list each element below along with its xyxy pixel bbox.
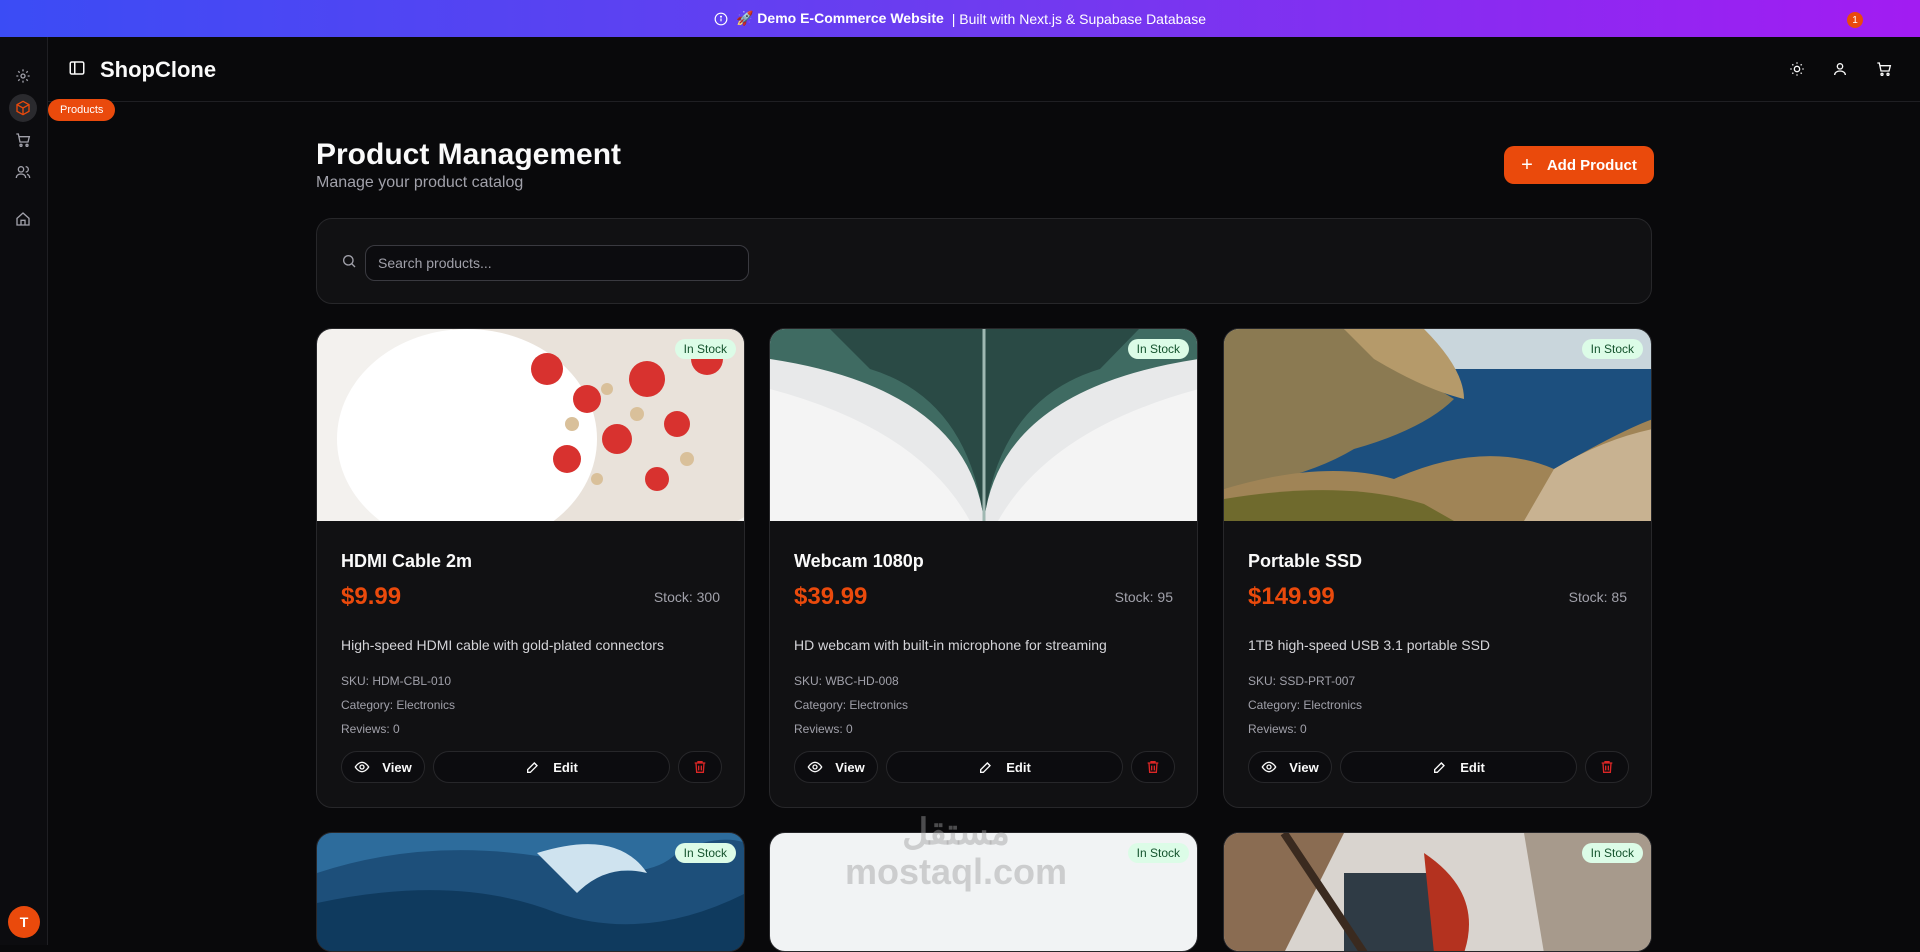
product-name: HDMI Cable 2m: [341, 551, 473, 571]
edit-label: Edit: [1460, 759, 1485, 775]
info-icon: [714, 12, 728, 25]
product-reviews: Reviews: 0: [1248, 722, 1307, 736]
product-reviews: Reviews: 0: [794, 722, 853, 736]
products-tooltip: Products: [48, 99, 116, 121]
edit-label: Edit: [1006, 759, 1031, 775]
product-description: HD webcam with built-in microphone for s…: [794, 637, 1107, 653]
home-nav[interactable]: [9, 205, 37, 233]
search-input[interactable]: [365, 245, 749, 281]
settings-nav[interactable]: [9, 62, 37, 90]
eye-icon: [1261, 761, 1277, 773]
product-sku: SKU: WBC-HD-008: [794, 674, 899, 688]
product-card: In Stock: [1223, 832, 1652, 952]
watermark-arabic: مستقل: [902, 811, 1010, 852]
sun-icon: [1790, 62, 1804, 76]
product-category: Category: Electronics: [341, 698, 456, 712]
edit-button[interactable]: Edit: [886, 751, 1123, 783]
product-card: In Stock: [316, 832, 745, 952]
delete-button[interactable]: [1585, 751, 1629, 783]
users-icon: [15, 166, 31, 179]
users-nav[interactable]: [9, 158, 37, 186]
demo-banner: 🚀 Demo E-Commerce Website | Built with N…: [0, 0, 1920, 37]
product-description: High-speed HDMI cable with gold-plated c…: [341, 637, 664, 653]
product-description: 1TB high-speed USB 3.1 portable SSD: [1248, 637, 1491, 653]
product-card: In Stock Webcam 1080p $39.99 Stock: 95 H…: [769, 328, 1198, 808]
product-card: In Stock HDMI Cable 2m $9.99 Stock: 300 …: [316, 328, 745, 808]
search-panel: [316, 218, 1652, 304]
trash-icon: [1601, 761, 1613, 773]
view-label: View: [1289, 759, 1319, 775]
account-button[interactable]: [1828, 57, 1852, 81]
orders-nav[interactable]: [9, 126, 37, 154]
product-card: In Stock Portable SSD $149.99 Stock: 85 …: [1223, 328, 1652, 808]
gear-icon: [16, 69, 30, 83]
brand-logo[interactable]: ShopClone: [100, 57, 216, 83]
delete-button[interactable]: [1131, 751, 1175, 783]
product-reviews: Reviews: 0: [341, 722, 400, 736]
product-price: $39.99: [794, 583, 868, 610]
cart-count-badge: 1: [1847, 12, 1863, 28]
product-stock: Stock: 95: [1114, 589, 1173, 605]
product-name: Webcam 1080p: [794, 551, 924, 571]
view-button[interactable]: View: [794, 751, 878, 783]
product-category: Category: Electronics: [1248, 698, 1363, 712]
sidebar-icon: [69, 61, 85, 75]
user-icon: [1834, 62, 1846, 76]
view-button[interactable]: View: [1248, 751, 1332, 783]
product-sku: SKU: SSD-PRT-007: [1248, 674, 1356, 688]
stock-badge: In Stock: [1581, 843, 1643, 863]
eye-icon: [354, 761, 370, 773]
plus-icon: +: [1521, 153, 1533, 176]
edit-icon: [527, 762, 539, 773]
stock-badge: In Stock: [674, 843, 736, 863]
theme-toggle-button[interactable]: [1785, 57, 1809, 81]
trash-icon: [694, 761, 706, 773]
edit-icon: [1434, 762, 1446, 773]
eye-icon: [807, 761, 823, 773]
product-stock: Stock: 300: [653, 589, 720, 605]
cart-icon: [1877, 62, 1892, 76]
edit-icon: [980, 762, 992, 773]
trash-icon: [1147, 761, 1159, 773]
view-label: View: [835, 759, 865, 775]
edit-button[interactable]: Edit: [1340, 751, 1577, 783]
view-button[interactable]: View: [341, 751, 425, 783]
product-category: Category: Electronics: [794, 698, 909, 712]
product-price: $9.99: [341, 583, 402, 610]
edit-label: Edit: [553, 759, 578, 775]
delete-button[interactable]: [678, 751, 722, 783]
avatar[interactable]: T: [8, 906, 40, 938]
top-bar: ShopClone: [48, 37, 1920, 102]
page-subtitle: Manage your product catalog: [316, 174, 524, 191]
stock-badge: In Stock: [1127, 339, 1189, 359]
products-nav[interactable]: [9, 94, 37, 122]
edit-button[interactable]: Edit: [433, 751, 670, 783]
product-name: Portable SSD: [1248, 551, 1363, 571]
watermark: مستقل mostaql.com: [845, 812, 1067, 891]
watermark-latin: mostaql.com: [845, 850, 1068, 892]
stock-badge: In Stock: [1127, 843, 1189, 863]
icon-rail: [0, 37, 48, 945]
stock-badge: In Stock: [674, 339, 736, 359]
page-title: Product Management: [316, 138, 622, 171]
cart-icon: [16, 133, 31, 147]
search-icon: [343, 254, 356, 268]
product-price: $149.99: [1248, 583, 1335, 610]
view-label: View: [382, 759, 412, 775]
cart-button[interactable]: [1872, 57, 1896, 81]
home-icon: [16, 212, 30, 226]
product-stock: Stock: 85: [1568, 589, 1627, 605]
stock-badge: In Stock: [1581, 339, 1643, 359]
add-product-label: Add Product: [1546, 156, 1637, 174]
sidebar-toggle-button[interactable]: [68, 59, 86, 82]
banner-title: 🚀 Demo E-Commerce Website: [735, 10, 944, 26]
product-sku: SKU: HDM-CBL-010: [341, 674, 452, 688]
package-icon: [16, 100, 30, 116]
add-product-button[interactable]: + Add Product: [1504, 146, 1654, 184]
banner-subtitle: | Built with Next.js & Supabase Database: [951, 10, 1206, 27]
